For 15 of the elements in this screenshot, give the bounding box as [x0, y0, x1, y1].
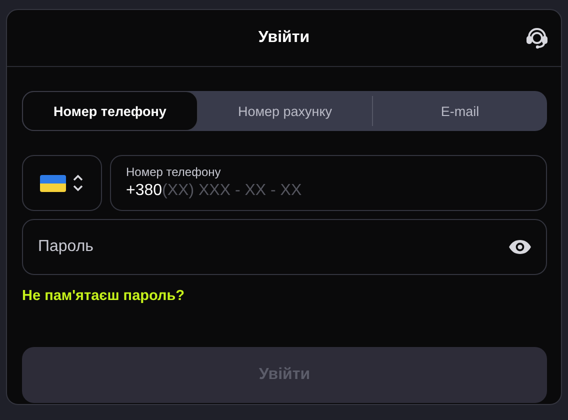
headset-icon[interactable] — [525, 26, 549, 50]
password-field[interactable]: Пароль — [22, 219, 547, 275]
chevron-up-down-icon — [72, 174, 84, 192]
phone-value: +380 — [126, 182, 162, 199]
country-selector[interactable] — [22, 155, 102, 211]
flag-icon — [40, 174, 66, 192]
phone-mask: (XX) XXX - XX - XX — [162, 182, 302, 199]
eye-icon[interactable] — [508, 239, 532, 255]
field-label: Номер телефону — [126, 165, 222, 179]
forgot-password-link[interactable]: Не пам'ятаєш пароль? — [22, 288, 184, 304]
phone-field[interactable]: Номер телефону +380(XX) XXX - XX - XX — [110, 155, 547, 211]
dialog-title: Увійти — [258, 29, 310, 47]
tab[interactable]: Номер телефону — [22, 91, 198, 131]
tab[interactable]: E-mail — [373, 91, 547, 131]
tab[interactable]: Номер рахунку — [198, 91, 372, 131]
